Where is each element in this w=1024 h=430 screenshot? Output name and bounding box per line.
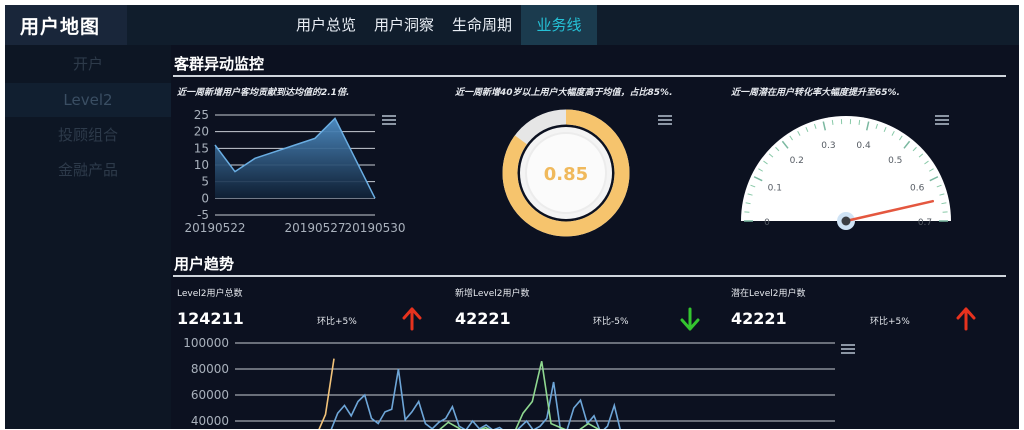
dial-tick-label: 0.5	[888, 156, 902, 166]
tab-lifecycle[interactable]: 生命周期	[443, 5, 521, 45]
stat-change-potential: 环比+5%	[870, 317, 910, 327]
trend-series-line	[330, 368, 621, 429]
dial-tick	[831, 119, 834, 125]
stat-change-new: 环比-5%	[593, 317, 629, 327]
stat-value-potential: 42221	[731, 309, 787, 328]
area-chart: 25 20 15 10 5 0 -520190522 2019052720190530	[184, 108, 405, 235]
menu-icon[interactable]	[658, 115, 672, 125]
y-tick-label: 15	[194, 141, 209, 155]
dial-tick-label: 0	[764, 218, 770, 228]
sidebar-item-advisory-portfolio[interactable]: 投顾组合	[5, 118, 171, 152]
app-window: 用户地图 用户总览 用户洞察 生命周期 业务线 开户 Level2 投顾组合 金…	[5, 5, 1019, 429]
y-tick-label: 80000	[191, 362, 229, 376]
tab-user-insight[interactable]: 用户洞察	[365, 5, 443, 45]
menu-icon[interactable]	[841, 344, 855, 354]
arrow-up-icon	[402, 307, 422, 331]
x-tick-label: 20190530	[344, 221, 405, 235]
stat-label-total: Level2用户总数	[177, 289, 243, 299]
stat-change-total: 环比+5%	[317, 317, 357, 327]
x-tick-label: 20190527	[284, 221, 345, 235]
logo-area: 用户地图	[5, 5, 127, 45]
sidebar-item-account-opening[interactable]: 开户	[5, 47, 171, 81]
user-trend-line-chart: 100000 80000 60000 40000	[183, 336, 835, 429]
dial-tick-label: 0.2	[790, 156, 804, 166]
y-tick-label: 60000	[191, 388, 229, 402]
x-tick-label: 20190522	[184, 221, 245, 235]
arrow-up-icon	[956, 307, 976, 331]
divider	[173, 275, 1006, 277]
dial-tick	[858, 119, 861, 125]
dial-tick-label: 0.7	[918, 218, 932, 228]
stat-value-total: 124211	[177, 309, 244, 328]
gauge-value-label: 0.85	[544, 164, 588, 185]
main-content: 客群异动监控 近一周新增用户客均贡献到达均值的2.1倍. 近一周新增40岁以上用…	[171, 45, 1019, 429]
stat-value-new: 42221	[455, 309, 511, 328]
dial-tick-label: 0.4	[856, 141, 871, 151]
dial-gauge: 0 0.1 0.2 0.3 0.4 0.5 0.6 0.7	[741, 116, 951, 230]
ring-gauge: 0.85	[502, 109, 630, 237]
dial-tick-label: 0.1	[768, 184, 782, 194]
y-tick-label: -5	[197, 208, 209, 222]
insight-note-contribution: 近一周新增用户客均贡献到达均值的2.1倍.	[177, 88, 350, 98]
tab-user-overview[interactable]: 用户总览	[287, 5, 365, 45]
y-tick-label: 100000	[183, 336, 229, 350]
arrow-down-icon	[680, 307, 700, 331]
y-tick-label: 20	[194, 125, 209, 139]
insight-note-conversion: 近一周潜在用户转化率大幅度提升至65%.	[731, 88, 900, 98]
sidebar: 开户 Level2 投顾组合 金融产品	[5, 45, 171, 429]
sidebar-item-level2[interactable]: Level2	[5, 83, 171, 117]
top-navigation-bar: 用户地图 用户总览 用户洞察 生命周期 业务线	[5, 5, 1019, 45]
stat-label-potential: 潜在Level2用户数	[731, 289, 806, 299]
divider	[173, 75, 1006, 77]
y-tick-label: 0	[201, 191, 209, 205]
sidebar-item-financial-products[interactable]: 金融产品	[5, 153, 171, 187]
area-fill	[215, 118, 375, 199]
section-title-anomaly-monitor: 客群异动监控	[174, 55, 265, 73]
section-title-user-trend: 用户趋势	[174, 255, 235, 273]
y-tick-label: 25	[194, 108, 209, 122]
app-title: 用户地图	[20, 16, 101, 38]
y-tick-label: 10	[194, 158, 209, 172]
dial-tick-label: 0.6	[910, 184, 925, 194]
dial-tick-label: 0.3	[821, 141, 835, 151]
tab-business-line[interactable]: 业务线	[521, 5, 597, 45]
y-tick-label: 40000	[191, 414, 229, 428]
y-tick-label: 5	[201, 175, 209, 189]
stat-label-new: 新增Level2用户数	[455, 289, 530, 299]
dial-hub	[841, 216, 851, 226]
insight-note-age: 近一周新增40岁以上用户大幅度高于均值，占比85%.	[455, 88, 673, 98]
